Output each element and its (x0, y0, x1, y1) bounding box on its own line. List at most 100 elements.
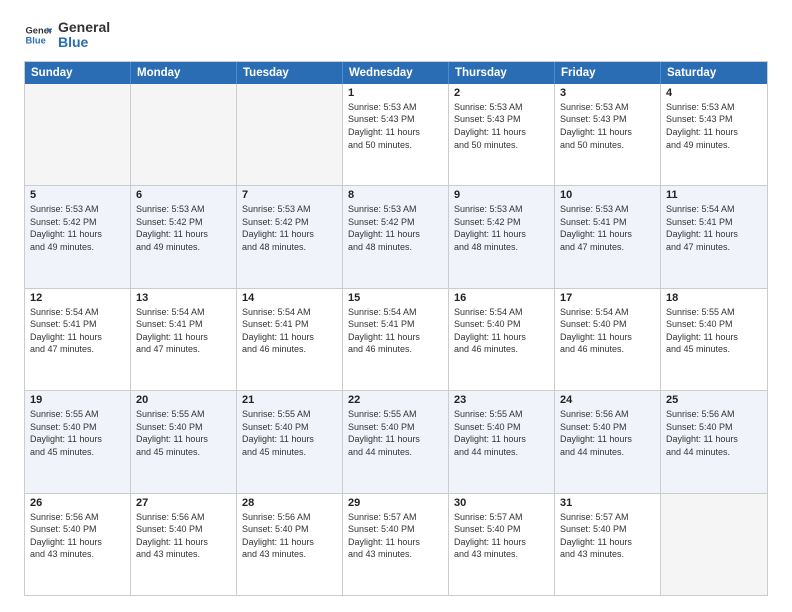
day-info: Sunrise: 5:53 AM Sunset: 5:42 PM Dayligh… (242, 203, 337, 253)
calendar: SundayMondayTuesdayWednesdayThursdayFrid… (24, 61, 768, 596)
day-cell-6: 6Sunrise: 5:53 AM Sunset: 5:42 PM Daylig… (131, 186, 237, 287)
header-day-saturday: Saturday (661, 62, 767, 84)
day-number: 12 (30, 292, 125, 304)
day-number: 9 (454, 189, 549, 201)
day-cell-24: 24Sunrise: 5:56 AM Sunset: 5:40 PM Dayli… (555, 391, 661, 492)
day-cell-5: 5 Sunrise: 5:53 AM Sunset: 5:42 PM Daylig… (25, 186, 131, 287)
day-info: Sunrise: 5:54 AM Sunset: 5:41 PM Dayligh… (30, 306, 125, 356)
week-row-5: 26 Sunrise: 5:56 AM Sunset: 5:40 PM Dayli… (25, 494, 767, 595)
day-info: Sunrise: 5:54 AM Sunset: 5:40 PM Dayligh… (560, 306, 655, 356)
day-info: Sunrise: 5:56 AM Sunset: 5:40 PM Dayligh… (136, 511, 231, 561)
day-number: 25 (666, 394, 762, 406)
week-row-3: 12 Sunrise: 5:54 AM Sunset: 5:41 PM Dayli… (25, 289, 767, 391)
day-number: 8 (348, 189, 443, 201)
day-info: Sunrise: 5:53 AM Sunset: 5:43 PM Dayligh… (454, 101, 549, 151)
day-info: Sunrise: 5:53 AM Sunset: 5:42 PM Dayligh… (454, 203, 549, 253)
day-number: 15 (348, 292, 443, 304)
day-cell-31: 31 Sunrise: 5:57 AM Sunset: 5:40 PM Dayli… (555, 494, 661, 595)
day-number: 30 (454, 497, 549, 509)
day-number: 23 (454, 394, 549, 406)
day-cell-23: 23 Sunrise: 5:55 AM Sunset: 5:40 PM Dayli… (449, 391, 555, 492)
day-info: Sunrise: 5:55 AM Sunset: 5:40 PM Dayligh… (30, 408, 125, 458)
day-number: 7 (242, 189, 337, 201)
day-number: 21 (242, 394, 337, 406)
day-info: Sunrise: 5:56 AM Sunset: 5:40 PM Dayligh… (666, 408, 762, 458)
day-number: 3 (560, 87, 655, 99)
day-info: Sunrise: 5:56 AM Sunset: 5:40 PM Dayligh… (242, 511, 337, 561)
day-info: Sunrise: 5:53 AM Sunset: 5:42 PM Dayligh… (348, 203, 443, 253)
day-number: 18 (666, 292, 762, 304)
day-cell-18: 18 Sunrise: 5:55 AM Sunset: 5:40 PM Dayli… (661, 289, 767, 390)
day-cell-19: 19 Sunrise: 5:55 AM Sunset: 5:40 PM Dayli… (25, 391, 131, 492)
day-number: 26 (30, 497, 125, 509)
header-day-wednesday: Wednesday (343, 62, 449, 84)
day-info: Sunrise: 5:53 AM Sunset: 5:41 PM Dayligh… (560, 203, 655, 253)
day-number: 22 (348, 394, 443, 406)
day-info: Sunrise: 5:55 AM Sunset: 5:40 PM Dayligh… (242, 408, 337, 458)
day-number: 5 (30, 189, 125, 201)
day-info: Sunrise: 5:53 AM Sunset: 5:42 PM Dayligh… (136, 203, 231, 253)
day-number: 20 (136, 394, 231, 406)
week-row-1: 1 Sunrise: 5:53 AM Sunset: 5:43 PM Daylig… (25, 84, 767, 186)
day-cell-28: 28 Sunrise: 5:56 AM Sunset: 5:40 PM Dayli… (237, 494, 343, 595)
day-number: 31 (560, 497, 655, 509)
day-info: Sunrise: 5:55 AM Sunset: 5:40 PM Dayligh… (666, 306, 762, 356)
day-info: Sunrise: 5:54 AM Sunset: 5:41 PM Dayligh… (348, 306, 443, 356)
empty-cell (237, 84, 343, 185)
header-day-monday: Monday (131, 62, 237, 84)
day-cell-21: 21 Sunrise: 5:55 AM Sunset: 5:40 PM Dayli… (237, 391, 343, 492)
day-number: 28 (242, 497, 337, 509)
day-cell-11: 11Sunrise: 5:54 AM Sunset: 5:41 PM Dayli… (661, 186, 767, 287)
day-number: 4 (666, 87, 762, 99)
header: General Blue General Blue (24, 20, 768, 51)
day-cell-10: 10 Sunrise: 5:53 AM Sunset: 5:41 PM Dayli… (555, 186, 661, 287)
day-number: 10 (560, 189, 655, 201)
calendar-header: SundayMondayTuesdayWednesdayThursdayFrid… (25, 62, 767, 84)
day-cell-8: 8 Sunrise: 5:53 AM Sunset: 5:42 PM Daylig… (343, 186, 449, 287)
header-day-tuesday: Tuesday (237, 62, 343, 84)
day-info: Sunrise: 5:54 AM Sunset: 5:40 PM Dayligh… (454, 306, 549, 356)
logo-icon: General Blue (24, 21, 52, 49)
day-info: Sunrise: 5:55 AM Sunset: 5:40 PM Dayligh… (348, 408, 443, 458)
day-cell-1: 1Sunrise: 5:53 AM Sunset: 5:43 PM Daylig… (343, 84, 449, 185)
day-info: Sunrise: 5:57 AM Sunset: 5:40 PM Dayligh… (348, 511, 443, 561)
day-info: Sunrise: 5:53 AM Sunset: 5:43 PM Dayligh… (560, 101, 655, 151)
day-cell-17: 17Sunrise: 5:54 AM Sunset: 5:40 PM Dayli… (555, 289, 661, 390)
day-cell-29: 29 Sunrise: 5:57 AM Sunset: 5:40 PM Dayli… (343, 494, 449, 595)
day-info: Sunrise: 5:53 AM Sunset: 5:43 PM Dayligh… (666, 101, 762, 151)
header-day-sunday: Sunday (25, 62, 131, 84)
day-info: Sunrise: 5:54 AM Sunset: 5:41 PM Dayligh… (136, 306, 231, 356)
day-cell-27: 27Sunrise: 5:56 AM Sunset: 5:40 PM Dayli… (131, 494, 237, 595)
day-cell-30: 30 Sunrise: 5:57 AM Sunset: 5:40 PM Dayli… (449, 494, 555, 595)
week-row-4: 19 Sunrise: 5:55 AM Sunset: 5:40 PM Dayli… (25, 391, 767, 493)
day-info: Sunrise: 5:56 AM Sunset: 5:40 PM Dayligh… (560, 408, 655, 458)
day-number: 13 (136, 292, 231, 304)
day-number: 16 (454, 292, 549, 304)
day-cell-4: 4 Sunrise: 5:53 AM Sunset: 5:43 PM Daylig… (661, 84, 767, 185)
day-info: Sunrise: 5:55 AM Sunset: 5:40 PM Dayligh… (454, 408, 549, 458)
empty-cell (661, 494, 767, 595)
calendar-body: 1 Sunrise: 5:53 AM Sunset: 5:43 PM Daylig… (25, 84, 767, 595)
day-cell-22: 22 Sunrise: 5:55 AM Sunset: 5:40 PM Dayli… (343, 391, 449, 492)
day-cell-14: 14 Sunrise: 5:54 AM Sunset: 5:41 PM Dayli… (237, 289, 343, 390)
day-cell-3: 3 Sunrise: 5:53 AM Sunset: 5:43 PM Daylig… (555, 84, 661, 185)
day-info: Sunrise: 5:57 AM Sunset: 5:40 PM Dayligh… (454, 511, 549, 561)
empty-cell (25, 84, 131, 185)
day-info: Sunrise: 5:53 AM Sunset: 5:42 PM Dayligh… (30, 203, 125, 253)
day-cell-25: 25 Sunrise: 5:56 AM Sunset: 5:40 PM Dayli… (661, 391, 767, 492)
header-day-friday: Friday (555, 62, 661, 84)
logo-line1: General (58, 20, 110, 35)
page: General Blue General Blue SundayMondayTu… (0, 0, 792, 612)
day-number: 14 (242, 292, 337, 304)
day-number: 19 (30, 394, 125, 406)
day-cell-9: 9 Sunrise: 5:53 AM Sunset: 5:42 PM Daylig… (449, 186, 555, 287)
day-number: 29 (348, 497, 443, 509)
empty-cell (131, 84, 237, 185)
day-number: 1 (348, 87, 443, 99)
day-number: 2 (454, 87, 549, 99)
day-info: Sunrise: 5:56 AM Sunset: 5:40 PM Dayligh… (30, 511, 125, 561)
day-cell-16: 16 Sunrise: 5:54 AM Sunset: 5:40 PM Dayli… (449, 289, 555, 390)
day-info: Sunrise: 5:57 AM Sunset: 5:40 PM Dayligh… (560, 511, 655, 561)
day-info: Sunrise: 5:54 AM Sunset: 5:41 PM Dayligh… (666, 203, 762, 253)
day-info: Sunrise: 5:54 AM Sunset: 5:41 PM Dayligh… (242, 306, 337, 356)
